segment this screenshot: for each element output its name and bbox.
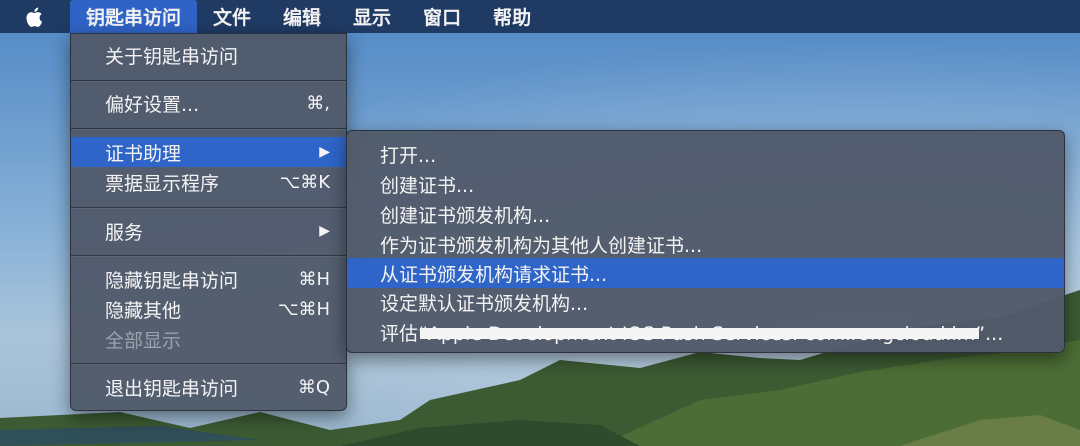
menu-item-label: 退出钥匙串访问 (105, 377, 239, 400)
menu-item-label: 全部显示 (105, 329, 182, 352)
redaction-bar (420, 327, 980, 339)
shortcut-label: ⌘Q (297, 376, 330, 398)
menu-separator (71, 255, 346, 256)
menu-item-ticket-viewer[interactable]: 票据显示程序 ⌥⌘K (71, 167, 346, 197)
menu-item-label: 隐藏其他 (105, 299, 182, 322)
submenu-item-set-default-ca[interactable]: 设定默认证书颁发机构... (347, 287, 1064, 317)
menu-item-show-all: 全部显示 (71, 324, 346, 354)
menu-item-hide-app[interactable]: 隐藏钥匙串访问 ⌘H (71, 264, 346, 294)
menu-view[interactable]: 显示 (337, 0, 407, 33)
menu-item-label: 关于钥匙串访问 (105, 45, 239, 68)
submenu-arrow-icon: ▶ (319, 144, 330, 160)
submenu-item-create-cert-for-others[interactable]: 作为证书颁发机构为其他人创建证书... (347, 229, 1064, 259)
menu-item-label: 隐藏钥匙串访问 (105, 269, 239, 292)
submenu-item-request-certificate[interactable]: 从证书颁发机构请求证书... (347, 258, 1064, 288)
submenu-item-create-certificate[interactable]: 创建证书... (347, 169, 1064, 199)
menu-item-label: 证书助理 (105, 142, 182, 165)
evaluate-label-wrapper: 评估“Apple Development IOS Push Services: … (380, 319, 1003, 346)
menu-window[interactable]: 窗口 (407, 0, 477, 33)
shortcut-label: ⌥⌘K (279, 171, 330, 193)
submenu-item-open[interactable]: 打开... (347, 139, 1064, 169)
certificate-assistant-submenu: 打开... 创建证书... 创建证书颁发机构... 作为证书颁发机构为其他人创建… (346, 130, 1065, 353)
submenu-arrow-icon: ▶ (319, 223, 330, 239)
shortcut-label: ⌘, (306, 92, 330, 114)
shortcut-label: ⌘H (298, 268, 330, 290)
menu-separator (71, 363, 346, 364)
menu-bar: 钥匙串访问 文件 编辑 显示 窗口 帮助 (0, 0, 1080, 33)
menu-item-certificate-assistant[interactable]: 证书助理 ▶ (71, 137, 346, 167)
menu-item-label: 偏好设置... (105, 93, 200, 116)
menu-item-quit[interactable]: 退出钥匙串访问 ⌘Q (71, 372, 346, 402)
menu-help[interactable]: 帮助 (477, 0, 547, 33)
shortcut-label: ⌥⌘H (277, 298, 330, 320)
menu-separator (71, 207, 346, 208)
submenu-item-evaluate[interactable]: 评估“Apple Development IOS Push Services: … (347, 317, 1064, 347)
menu-edit[interactable]: 编辑 (267, 0, 337, 33)
menu-item-label: 服务 (105, 221, 144, 244)
menu-keychain-access[interactable]: 钥匙串访问 (70, 0, 198, 33)
menu-file[interactable]: 文件 (197, 0, 267, 33)
menu-item-label: 票据显示程序 (105, 172, 220, 195)
keychain-access-menu: 关于钥匙串访问 偏好设置... ⌘, 证书助理 ▶ 票据显示程序 ⌥⌘K 服务 … (70, 33, 347, 411)
menu-separator (71, 80, 346, 81)
menu-separator (71, 128, 346, 129)
menu-item-services[interactable]: 服务 ▶ (71, 216, 346, 246)
menu-item-hide-others[interactable]: 隐藏其他 ⌥⌘H (71, 294, 346, 324)
menu-item-about[interactable]: 关于钥匙串访问 (71, 40, 346, 70)
menu-item-preferences[interactable]: 偏好设置... ⌘, (71, 88, 346, 118)
apple-logo-icon[interactable] (0, 0, 70, 33)
submenu-item-create-ca[interactable]: 创建证书颁发机构... (347, 199, 1064, 229)
